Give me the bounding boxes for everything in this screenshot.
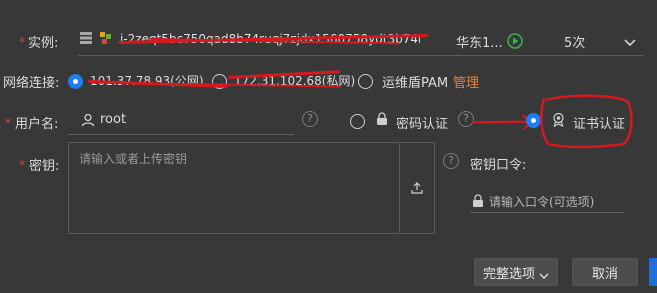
- key-help-icon[interactable]: ?: [443, 153, 459, 169]
- user-icon: [81, 113, 95, 127]
- running-status-icon: [507, 33, 523, 49]
- upload-icon: [411, 182, 423, 194]
- username-required-mark: *: [5, 116, 11, 130]
- key-label: 密钥:: [29, 159, 60, 174]
- instance-type-icon: [99, 30, 113, 46]
- passphrase-underline: [470, 212, 624, 213]
- passphrase-label: 密钥口令:: [470, 158, 527, 173]
- cancel-button[interactable]: 取消: [572, 258, 638, 286]
- network-pam-label[interactable]: 运维盾PAM: [382, 72, 448, 91]
- passphrase-input[interactable]: 请输入口令(可选项): [489, 193, 594, 210]
- network-pam-radio[interactable]: [358, 74, 373, 89]
- username-underline: [68, 134, 294, 135]
- confirm-button-edge[interactable]: [649, 258, 657, 286]
- advanced-options-button[interactable]: 完整选项: [474, 258, 558, 286]
- annotation-circle: [540, 94, 633, 149]
- key-required-mark: *: [19, 158, 25, 172]
- instance-underline: [78, 55, 644, 56]
- network-public-radio[interactable]: [68, 74, 83, 89]
- upload-key-button[interactable]: [399, 142, 435, 234]
- network-label: 网络连接:: [3, 76, 60, 91]
- username-help-icon[interactable]: ?: [302, 111, 318, 127]
- chevron-down-small-icon: [539, 269, 549, 279]
- lock-icon: [376, 112, 388, 126]
- username-label: 用户名:: [15, 117, 59, 132]
- auth-password-radio[interactable]: [350, 114, 365, 129]
- auth-password-label[interactable]: 密码认证: [396, 113, 448, 132]
- username-input[interactable]: root: [100, 112, 280, 127]
- instance-required-mark: *: [19, 35, 25, 49]
- instance-region: 华东1...: [456, 36, 503, 51]
- cancel-label: 取消: [591, 266, 618, 282]
- pam-manage-link[interactable]: 管理: [453, 72, 479, 91]
- advanced-options-label: 完整选项: [482, 266, 535, 282]
- key-placeholder: 请输入或者上传密钥: [79, 152, 188, 166]
- instance-label: 实例:: [28, 36, 59, 51]
- key-textarea[interactable]: 请输入或者上传密钥: [68, 142, 400, 234]
- instance-count: 5次: [564, 36, 586, 51]
- server-icon: [80, 32, 92, 44]
- chevron-down-icon[interactable]: [624, 36, 636, 47]
- passphrase-lock-icon: [472, 194, 484, 208]
